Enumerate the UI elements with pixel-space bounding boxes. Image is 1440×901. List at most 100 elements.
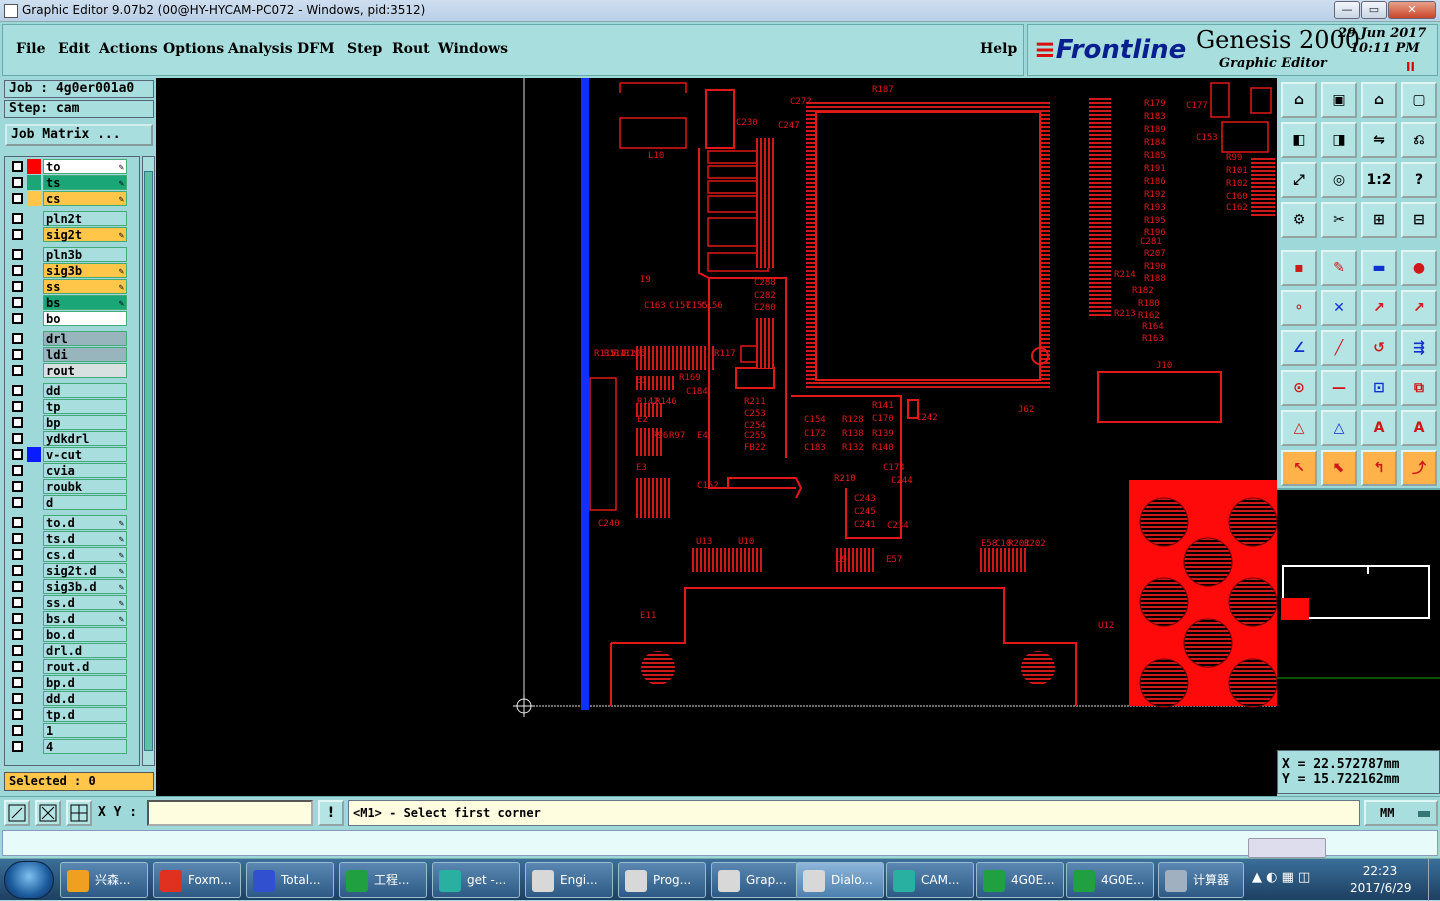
zoom-ratio-icon[interactable]: 1:2	[1361, 162, 1397, 198]
layer-row-v-cut[interactable]: v-cut	[7, 447, 127, 462]
layer-checkbox[interactable]	[12, 433, 23, 444]
layer-row-ldi[interactable]: ldi	[7, 347, 127, 362]
clock[interactable]: 22:23 2017/6/29	[1350, 863, 1412, 897]
layer-name[interactable]: pln3b	[43, 247, 127, 262]
layer-name[interactable]: 4	[43, 739, 127, 754]
alert-icon[interactable]: !	[318, 800, 344, 826]
menu-edit[interactable]: Edit	[58, 41, 90, 57]
layer-row-ydkdrl[interactable]: ydkdrl	[7, 431, 127, 446]
query-icon[interactable]: ?	[1401, 162, 1437, 198]
clip-icon[interactable]: ✂	[1321, 202, 1357, 238]
line-icon[interactable]: ∠	[1281, 330, 1317, 366]
layer-toggle-icon[interactable]: ⊞	[1361, 202, 1397, 238]
taskbar-item[interactable]: Total...	[246, 862, 334, 898]
layer-name[interactable]: ldi	[43, 347, 127, 362]
layer-row-rout[interactable]: rout	[7, 363, 127, 378]
layer-checkbox[interactable]	[12, 349, 23, 360]
layer-checkbox[interactable]	[12, 629, 23, 640]
taskbar-item[interactable]: 4G0E...	[976, 862, 1064, 898]
layer-checkbox[interactable]	[12, 481, 23, 492]
arc-icon[interactable]: ↺	[1361, 330, 1397, 366]
copy-icon[interactable]: ⧉	[1401, 370, 1437, 406]
layer-name[interactable]: bo.d	[43, 627, 127, 642]
layer-row-tp.d[interactable]: tp.d	[7, 707, 127, 722]
menu-windows[interactable]: Windows	[438, 41, 508, 57]
layer-row-to.d[interactable]: to.d ✎	[7, 515, 127, 530]
layer-name[interactable]: ts.d ✎	[43, 531, 127, 546]
text2-icon[interactable]: A	[1401, 410, 1437, 446]
undo-icon[interactable]: ⎌	[1401, 122, 1437, 158]
house-icon[interactable]: ⌂	[1361, 82, 1397, 118]
taskbar-item[interactable]: Grap...	[711, 862, 799, 898]
cross-icon[interactable]: ✕	[1321, 290, 1357, 326]
layer-row-ss.d[interactable]: ss.d ✎	[7, 595, 127, 610]
layer-checkbox[interactable]	[12, 597, 23, 608]
layer-name[interactable]: sig2t.d ✎	[43, 563, 127, 578]
layer-select-icon[interactable]: ⊟	[1401, 202, 1437, 238]
layer-checkbox[interactable]	[12, 581, 23, 592]
close-button[interactable]: ✕	[1388, 1, 1436, 19]
layer-name[interactable]: dd.d	[43, 691, 127, 706]
ime-toolbar[interactable]	[1248, 838, 1326, 858]
show-desktop-button[interactable]	[1428, 859, 1440, 901]
layer-name[interactable]: v-cut	[43, 447, 127, 462]
taskbar-item[interactable]: 4G0E...	[1066, 862, 1154, 898]
layer-row-ts[interactable]: ts ✎	[7, 175, 127, 190]
layer-checkbox[interactable]	[12, 517, 23, 528]
layer-name[interactable]: tp	[43, 399, 127, 414]
layer-name[interactable]: to.d ✎	[43, 515, 127, 530]
layer-checkbox[interactable]	[12, 401, 23, 412]
move-right-icon[interactable]: ◨	[1321, 122, 1357, 158]
layer-name[interactable]: bp	[43, 415, 127, 430]
layer-name[interactable]: 1	[43, 723, 127, 738]
layer-checkbox[interactable]	[12, 549, 23, 560]
layer-row-bp[interactable]: bp	[7, 415, 127, 430]
taskbar-item[interactable]: Prog...	[618, 862, 706, 898]
menu-analysis[interactable]: Analysis	[228, 41, 293, 57]
layer-row-sig3b.d[interactable]: sig3b.d ✎	[7, 579, 127, 594]
settings-icon[interactable]: ⚙	[1281, 202, 1317, 238]
taskbar-item[interactable]: 计算器	[1158, 862, 1244, 898]
layer-checkbox[interactable]	[12, 497, 23, 508]
layer-row-bp.d[interactable]: bp.d	[7, 675, 127, 690]
home-icon[interactable]: ⌂	[1281, 82, 1317, 118]
maximize-button[interactable]: ▭	[1361, 1, 1387, 19]
taskbar-item[interactable]: 兴森...	[60, 862, 148, 898]
layer-name[interactable]: to ✎	[43, 159, 127, 174]
fit-icon[interactable]: ⤢	[1281, 162, 1317, 198]
layer-checkbox[interactable]	[12, 177, 23, 188]
taskbar-item[interactable]: Engi...	[525, 862, 613, 898]
layer-row-sig2t.d[interactable]: sig2t.d ✎	[7, 563, 127, 578]
layer-name[interactable]: tp.d	[43, 707, 127, 722]
layer-row-dd[interactable]: dd	[7, 383, 127, 398]
layer-name[interactable]: d	[43, 495, 127, 510]
layer-row-sig2t[interactable]: sig2t ✎	[7, 227, 127, 242]
taskbar-item[interactable]: 工程...	[339, 862, 427, 898]
menu-dfm[interactable]: DFM	[297, 41, 335, 57]
move-point2-icon[interactable]: ↗	[1401, 290, 1437, 326]
menu-help[interactable]: Help	[980, 41, 1017, 57]
layer-checkbox[interactable]	[12, 213, 23, 224]
draw-icon[interactable]: ✎	[1321, 250, 1357, 286]
layer-checkbox[interactable]	[12, 725, 23, 736]
scrollbar-thumb[interactable]	[144, 171, 153, 751]
layer-name[interactable]: roubk	[43, 479, 127, 494]
layer-checkbox[interactable]	[12, 465, 23, 476]
layer-row-to[interactable]: to ✎	[7, 159, 127, 174]
layer-checkbox[interactable]	[12, 281, 23, 292]
minimize-button[interactable]: —	[1334, 1, 1360, 19]
taskbar-item[interactable]: CAM...	[886, 862, 974, 898]
layer-checkbox[interactable]	[12, 417, 23, 428]
system-tray[interactable]: ▲ ◐ ▦ ◫	[1252, 870, 1310, 885]
move-point-icon[interactable]: ↗	[1361, 290, 1397, 326]
frame-icon[interactable]: ▢	[1401, 82, 1437, 118]
layer-checkbox[interactable]	[12, 613, 23, 624]
layer-scrollbar[interactable]	[142, 156, 155, 766]
layer-name[interactable]: sig2t ✎	[43, 227, 127, 242]
layer-checkbox[interactable]	[12, 565, 23, 576]
layer-row-1[interactable]: 1	[7, 723, 127, 738]
array-icon[interactable]: ⊡	[1361, 370, 1397, 406]
center-icon[interactable]: ◎	[1321, 162, 1357, 198]
line-cut-icon[interactable]: —	[1321, 370, 1357, 406]
layer-checkbox[interactable]	[12, 297, 23, 308]
